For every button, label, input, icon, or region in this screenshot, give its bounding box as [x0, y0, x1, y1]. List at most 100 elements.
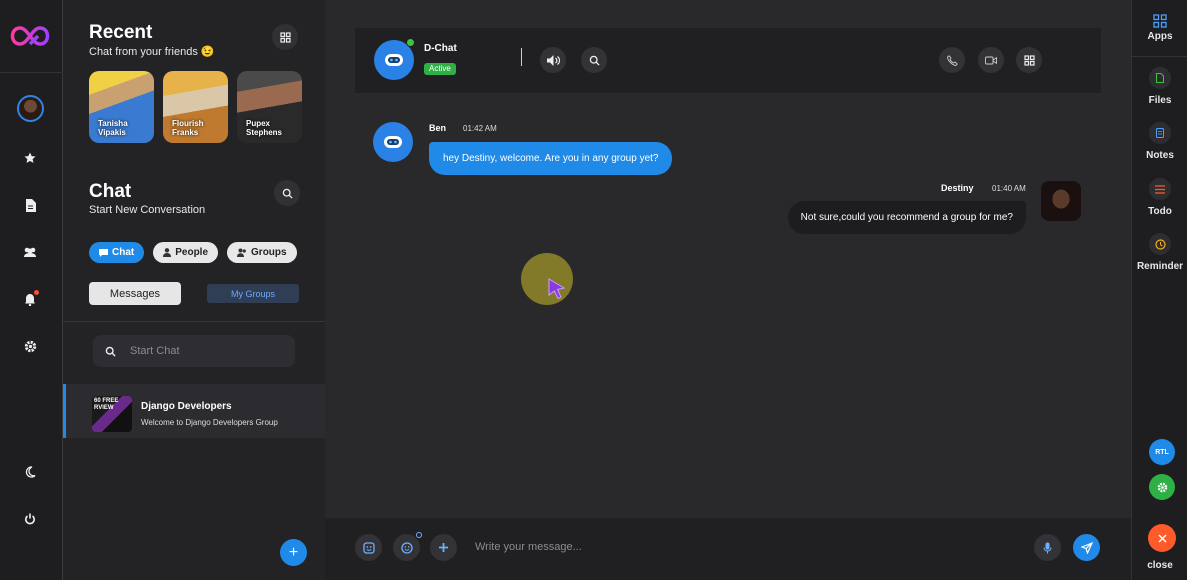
power-logout-icon[interactable]: [18, 507, 42, 531]
app-logo[interactable]: [6, 22, 54, 50]
search-icon[interactable]: [274, 180, 300, 206]
robot-icon: [385, 54, 403, 66]
rail-divider: [1132, 56, 1187, 57]
online-indicator: [406, 38, 415, 47]
message-author: Ben: [429, 123, 447, 133]
contacts-icon[interactable]: [18, 240, 42, 264]
chat-bubble-icon: [99, 248, 108, 257]
recent-heading: Recent: [89, 22, 153, 43]
messages-tab[interactable]: Messages: [89, 282, 181, 305]
document-icon[interactable]: [18, 193, 42, 217]
friend-name: Tanisha Vipakis: [98, 119, 128, 137]
incoming-message-bubble: hey Destiny, welcome. Are you in any gro…: [429, 142, 673, 175]
thumbnail-text: 60 FREE RVIEW: [94, 398, 119, 411]
conversation-item[interactable]: 60 FREE RVIEW Django Developers Welcome …: [63, 384, 325, 438]
todo-label: Todo: [1148, 206, 1172, 217]
group-thumbnail: 60 FREE RVIEW: [92, 396, 132, 432]
video-call-icon[interactable]: [978, 47, 1004, 73]
notifications-icon[interactable]: [18, 287, 42, 311]
speaker-icon[interactable]: [540, 47, 566, 73]
grid-icon[interactable]: [1016, 47, 1042, 73]
dark-mode-moon-icon[interactable]: [18, 460, 42, 484]
notes-label: Notes: [1146, 150, 1174, 161]
notes-icon: [1149, 122, 1171, 144]
friend-card[interactable]: Pupex Stephens: [237, 71, 302, 143]
files-button[interactable]: Files: [1132, 67, 1187, 106]
text-cursor-line: [521, 48, 522, 66]
rtl-toggle-button[interactable]: RTL: [1149, 439, 1175, 465]
chat-sidebar: Recent Chat from your friends 😉 Tanisha …: [63, 0, 325, 580]
outgoing-message-bubble: Not sure,could you recommend a group for…: [787, 201, 1026, 234]
close-label: close: [1147, 560, 1173, 571]
send-icon: [1080, 541, 1093, 554]
friend-name: Flourish Franks: [172, 119, 204, 137]
left-icon-rail: [0, 0, 63, 580]
right-tools-rail: Apps Files Notes Todo Reminder RTL close: [1131, 0, 1187, 580]
message-time: 01:42 AM: [463, 124, 497, 133]
notification-dot: [34, 290, 39, 295]
group-icon: [237, 248, 246, 257]
start-chat-input[interactable]: [130, 345, 270, 357]
start-chat-search: [93, 335, 295, 367]
groups-filter-button[interactable]: Groups: [227, 242, 297, 263]
apps-button[interactable]: Apps: [1132, 14, 1187, 42]
bot-avatar[interactable]: [374, 38, 415, 80]
chat-filter-pills: Chat People Groups: [89, 242, 297, 263]
gear-icon: [1157, 482, 1167, 492]
grid-icon[interactable]: [272, 24, 298, 50]
todo-button[interactable]: Todo: [1132, 178, 1187, 217]
user-avatar[interactable]: [17, 95, 44, 122]
my-groups-tab[interactable]: My Groups: [207, 284, 299, 303]
theme-settings-button[interactable]: [1149, 474, 1175, 500]
reminder-button[interactable]: Reminder: [1132, 233, 1187, 272]
apps-grid-icon: [1153, 14, 1167, 28]
mouse-pointer-icon: [548, 278, 566, 300]
star-icon[interactable]: [18, 146, 42, 170]
new-chat-button[interactable]: +: [280, 539, 307, 566]
chat-filter-button[interactable]: Chat: [89, 242, 145, 263]
files-label: Files: [1148, 95, 1172, 106]
friend-card[interactable]: Flourish Franks: [163, 71, 228, 143]
settings-gear-icon[interactable]: [18, 334, 42, 358]
emoji-icon[interactable]: [393, 532, 422, 561]
friend-name: Pupex Stephens: [246, 119, 283, 137]
chat-heading: Chat: [89, 181, 132, 202]
rail-divider: [0, 72, 63, 73]
destiny-avatar[interactable]: [1041, 181, 1081, 221]
close-icon: [1157, 533, 1167, 543]
people-filter-label: People: [175, 247, 209, 258]
sticker-icon[interactable]: [355, 534, 382, 561]
message-time: 01:40 AM: [992, 184, 1026, 193]
phone-call-icon[interactable]: [939, 47, 965, 73]
people-filter-button[interactable]: People: [153, 242, 219, 263]
emoji-badge-dot: [416, 532, 422, 538]
conversation-title: Django Developers: [141, 401, 232, 412]
recent-friends-list: Tanisha Vipakis Flourish Franks Pupex St…: [89, 71, 302, 143]
apps-label: Apps: [1147, 31, 1173, 42]
sender-avatar[interactable]: [373, 122, 413, 162]
close-button[interactable]: [1148, 524, 1176, 552]
chat-name: D-Chat: [424, 43, 457, 54]
sidebar-divider: [63, 321, 325, 322]
groups-filter-label: Groups: [251, 247, 287, 258]
search-icon[interactable]: [581, 47, 607, 73]
friend-card[interactable]: Tanisha Vipakis: [89, 71, 154, 143]
chat-filter-label: Chat: [112, 247, 135, 258]
message-composer: [325, 518, 1131, 580]
reminder-label: Reminder: [1136, 261, 1184, 272]
file-icon: [1149, 67, 1171, 89]
send-button[interactable]: [1073, 534, 1100, 561]
message-input[interactable]: [475, 537, 1015, 557]
person-icon: [163, 248, 172, 257]
recent-subtitle: Chat from your friends 😉: [89, 46, 215, 58]
status-badge: Active: [424, 63, 456, 75]
conversation-preview: Welcome to Django Developers Group: [141, 418, 278, 427]
add-attachment-icon[interactable]: [430, 534, 457, 561]
notes-button[interactable]: Notes: [1132, 122, 1187, 161]
todo-list-icon: [1149, 178, 1171, 200]
chat-main: D-Chat Active Ben 01:42 AM hey Destiny, …: [325, 0, 1131, 580]
microphone-icon[interactable]: [1034, 534, 1061, 561]
robot-icon: [384, 136, 402, 148]
chat-header: D-Chat Active: [355, 28, 1101, 93]
message-author: Destiny: [941, 183, 974, 193]
